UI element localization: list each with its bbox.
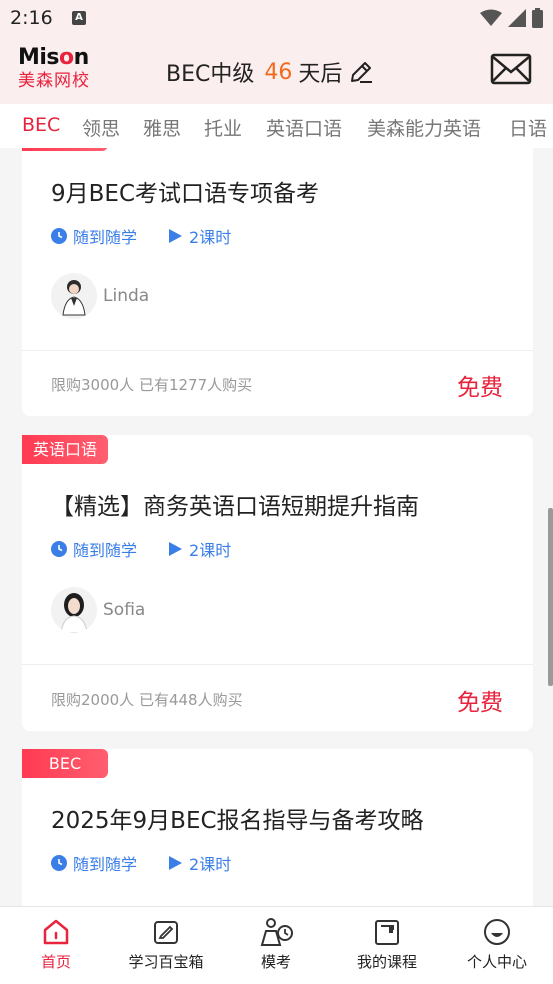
course-card[interactable]: BEC 2025年9月BEC报名指导与备考攻略 随到随学 2课时: [22, 749, 533, 906]
tab-mison-english[interactable]: 美森能力英语: [367, 114, 481, 141]
scrollbar[interactable]: [548, 508, 553, 686]
course-meta: 随到随学 2课时: [51, 537, 261, 561]
card-divider: [22, 664, 533, 665]
app-header: Mison 美森网校 BEC中级 46 天后: [0, 38, 553, 104]
tab-oral-english[interactable]: 英语口语: [266, 114, 342, 141]
course-teacher: Linda: [51, 273, 149, 319]
nav-label: 模考: [260, 953, 291, 971]
tab-bec[interactable]: BEC: [22, 114, 60, 136]
course-meta: 随到随学 2课时: [51, 851, 261, 875]
wifi-icon: [480, 9, 502, 26]
logo-top-text: Mison: [18, 45, 89, 70]
play-icon: [169, 229, 183, 243]
profile-icon: [484, 919, 510, 945]
status-icons: [480, 8, 543, 28]
course-purchase-info: 限购2000人 已有448人购买: [51, 691, 243, 709]
course-list: 9月BEC考试口语专项备考 随到随学 2课时 Linda 限购3000人 已有1…: [0, 148, 553, 906]
home-icon: [43, 919, 69, 945]
status-time: 2:16: [10, 7, 53, 29]
course-price: 免费: [457, 375, 503, 401]
nav-label: 我的课程: [356, 953, 417, 971]
nav-profile[interactable]: 个人中心: [447, 917, 547, 972]
tab-toeic[interactable]: 托业: [204, 114, 242, 141]
course-tag: BEC: [22, 749, 108, 778]
play-icon: [169, 542, 183, 556]
nav-toolbox[interactable]: 学习百宝箱: [116, 917, 216, 972]
course-title: 2025年9月BEC报名指导与备考攻略: [51, 808, 424, 834]
mail-icon[interactable]: [490, 52, 532, 86]
mison-logo: Mison 美森网校: [18, 46, 108, 96]
my-courses-icon: [375, 920, 399, 945]
course-card[interactable]: 9月BEC考试口语专项备考 随到随学 2课时 Linda 限购3000人 已有1…: [22, 148, 533, 416]
course-price: 免费: [457, 690, 503, 716]
nav-label: 学习百宝箱: [128, 953, 204, 971]
course-mode: 随到随学: [73, 228, 138, 247]
clock-icon: [51, 228, 67, 244]
clock-icon: [51, 855, 67, 871]
course-teacher: Sofia: [51, 587, 145, 633]
nav-label: 首页: [40, 953, 71, 971]
course-lessons: 2课时: [189, 541, 232, 560]
exam-days-suffix: 天后: [298, 62, 343, 87]
card-divider: [22, 350, 533, 351]
nav-label: 个人中心: [466, 953, 527, 971]
play-icon: [169, 856, 183, 870]
category-tabs: BEC 领思 雅思 托业 英语口语 美森能力英语 日语: [0, 104, 553, 148]
course-mode: 随到随学: [73, 855, 138, 874]
course-title: 【精选】商务英语口语短期提升指南: [51, 494, 419, 520]
course-title: 9月BEC考试口语专项备考: [51, 181, 320, 207]
course-meta: 随到随学 2课时: [51, 224, 261, 248]
status-bar: 2:16 A: [0, 0, 553, 38]
course-purchase-info: 限购3000人 已有1277人购买: [51, 376, 253, 394]
battery-icon: [532, 8, 543, 28]
notification-icon: A: [72, 11, 86, 25]
tab-japanese[interactable]: 日语: [509, 114, 547, 141]
toolbox-icon: [154, 921, 178, 944]
nav-my-courses[interactable]: 我的课程: [337, 917, 437, 972]
nav-mock-exam[interactable]: 模考: [226, 917, 326, 972]
teacher-avatar: [51, 587, 97, 633]
logo-bottom-text: 美森网校: [18, 71, 90, 91]
clock-icon: [51, 541, 67, 557]
course-lessons: 2课时: [189, 855, 232, 874]
teacher-avatar: [51, 273, 97, 319]
course-tag: 英语口语: [22, 435, 108, 464]
exam-name: BEC中级: [166, 62, 255, 87]
tab-ielts[interactable]: 雅思: [143, 114, 181, 141]
edit-icon[interactable]: [348, 59, 374, 85]
course-lessons: 2课时: [189, 228, 232, 247]
signal-icon: [508, 9, 526, 27]
exam-countdown[interactable]: BEC中级 46 天后: [166, 56, 374, 88]
mock-exam-icon: [260, 918, 293, 946]
exam-days: 46: [264, 59, 293, 85]
course-tag: [22, 148, 108, 151]
teacher-name: Linda: [103, 286, 150, 306]
teacher-name: Sofia: [103, 600, 146, 620]
course-mode: 随到随学: [73, 541, 138, 560]
tab-linguaskill[interactable]: 领思: [82, 114, 120, 141]
course-card[interactable]: 英语口语 【精选】商务英语口语短期提升指南 随到随学 2课时 Sofia 限购2…: [22, 435, 533, 731]
nav-home[interactable]: 首页: [6, 917, 106, 972]
bottom-nav: 首页 学习百宝箱 模考 我的课程 个人中心: [0, 906, 553, 984]
